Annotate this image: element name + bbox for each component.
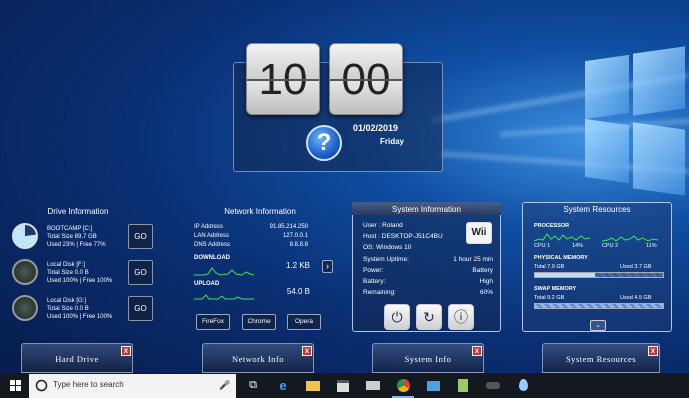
upload-graph [194, 294, 254, 300]
cpu1-value: 14% [572, 243, 584, 249]
cpu2-value: 11% [646, 243, 657, 249]
drive-g-go-button[interactable]: GO [128, 296, 153, 321]
physical-total: Total 7.9 GB [534, 264, 565, 270]
system-title: System Information [392, 205, 461, 214]
uptime-value: 1 hour 25 min [453, 256, 493, 263]
drive-name: Local Disk [F:] [47, 262, 86, 268]
swap-memory-bar [534, 303, 664, 309]
drive-title: Drive Information [47, 207, 109, 216]
drive-c-info: BOOTCAMP [C:] Total Size 89.7 GB Used 23… [47, 225, 106, 249]
upload-value: 54.0 B [286, 287, 310, 296]
cpu2-graph [602, 235, 658, 242]
lan-label: LAN Address [194, 233, 230, 239]
notepad-icon[interactable] [448, 373, 478, 398]
swap-total: Total 9.2 GB [534, 295, 565, 301]
cpu2-label: CPU 2 [602, 243, 619, 249]
tab-system-resources[interactable]: System Resources [542, 343, 660, 373]
info-icon[interactable]: ⓘ [448, 304, 474, 330]
system-host: Host : DESKTOP-J51C4BU [363, 233, 443, 240]
system-os: OS: Windows 10 [363, 244, 412, 251]
disk-usage-icon [12, 223, 38, 249]
drive-total: Total Size 0.0 B [47, 270, 89, 276]
tab-network-info[interactable]: Network Info [202, 343, 314, 373]
dns-label: DNS Address [194, 242, 231, 248]
restart-icon[interactable]: ↻ [416, 304, 442, 330]
search-placeholder: Type here to search [53, 380, 124, 389]
cpu1-graph [534, 233, 590, 242]
download-value: 1.2 KB [285, 261, 310, 270]
windows-start-icon[interactable] [0, 373, 30, 398]
power-label: Power: [363, 267, 384, 274]
swap-used: Used 4.5 GB [620, 295, 652, 301]
drive-total: Total Size 0.0 B [47, 306, 89, 312]
lan-value: 127.0.0.1 [282, 233, 308, 239]
tab-system-info[interactable]: System Info [372, 343, 484, 373]
power-value: Battery [472, 267, 493, 274]
search-icon [35, 379, 48, 392]
opera-button[interactable]: Opera [287, 314, 321, 330]
drive-used: Used 100% | Free 100% [47, 278, 113, 284]
chevron-down-icon[interactable]: ⌄ [590, 320, 606, 331]
wii-badge[interactable]: Wii [466, 222, 492, 244]
cpu1-label: CPU 1 [534, 243, 551, 249]
close-icon[interactable]: x [121, 346, 131, 356]
drive-used: Used 100% | Free 100% [47, 314, 113, 320]
game-controller-icon[interactable] [478, 373, 508, 398]
microphone-icon[interactable]: 🎤 [210, 373, 240, 398]
system-user: User : Roland [363, 222, 403, 229]
resources-title: System Resources [563, 205, 631, 214]
ip-label: IP Address [194, 224, 223, 230]
close-icon[interactable]: x [472, 346, 482, 356]
close-icon[interactable]: x [302, 346, 312, 356]
drive-total: Total Size 89.7 GB [47, 234, 97, 240]
clock-date: 01/02/2019 [353, 123, 399, 133]
drive-name: Local Disk [G:] [47, 298, 87, 304]
download-graph [194, 267, 254, 276]
physical-memory-label: PHYSICAL MEMORY [534, 255, 588, 261]
drive-used: Used 23% | Free 77% [47, 242, 106, 248]
drive-name: BOOTCAMP [C:] [47, 226, 93, 232]
store-icon[interactable] [328, 373, 358, 398]
remaining-value: 60% [479, 289, 493, 296]
disk-usage-icon [12, 259, 38, 285]
ip-value: 91.85.214.250 [269, 224, 308, 230]
drive-g-info: Local Disk [G:] Total Size 0.0 B Used 10… [47, 297, 112, 321]
physical-used: Used 3.7 GB [620, 264, 652, 270]
task-view-icon[interactable]: ⧉ [238, 373, 268, 398]
remaining-label: Remaining: [363, 289, 396, 296]
physical-memory-bar [534, 272, 664, 278]
droplet-icon[interactable] [508, 373, 538, 398]
clock-hours: 10 [246, 43, 320, 115]
clock-minutes: 00 [329, 43, 403, 115]
power-icon[interactable]: ⏻ [384, 304, 410, 330]
firefox-button[interactable]: FireFox [196, 314, 230, 330]
dns-value: 8.8.8.8 [289, 242, 308, 248]
network-next-button[interactable]: › [322, 260, 333, 273]
network-title: Network Information [224, 207, 296, 216]
window-app-icon[interactable] [418, 373, 448, 398]
drive-c-go-button[interactable]: GO [128, 224, 153, 249]
swap-memory-label: SWAP MEMORY [534, 286, 577, 292]
mail-icon[interactable] [358, 373, 388, 398]
tab-hard-drive[interactable]: Hard Drive [21, 343, 133, 373]
battery-value: High [479, 278, 493, 285]
battery-label: Battery: [363, 278, 386, 285]
help-button[interactable]: ? [306, 125, 342, 161]
uptime-label: System Uptime: [363, 256, 409, 263]
disk-usage-icon [12, 295, 38, 321]
processor-label: PROCESSOR [534, 223, 570, 229]
close-icon[interactable]: x [648, 346, 658, 356]
windows-logo-wallpaper [575, 30, 685, 210]
edge-icon[interactable]: e [268, 373, 298, 398]
drive-f-info: Local Disk [F:] Total Size 0.0 B Used 10… [47, 261, 112, 285]
clock-day: Friday [380, 137, 405, 146]
file-explorer-icon[interactable] [298, 373, 328, 398]
chrome-button[interactable]: Chrome [242, 314, 276, 330]
drive-f-go-button[interactable]: GO [128, 260, 153, 285]
chrome-icon[interactable] [388, 373, 418, 398]
